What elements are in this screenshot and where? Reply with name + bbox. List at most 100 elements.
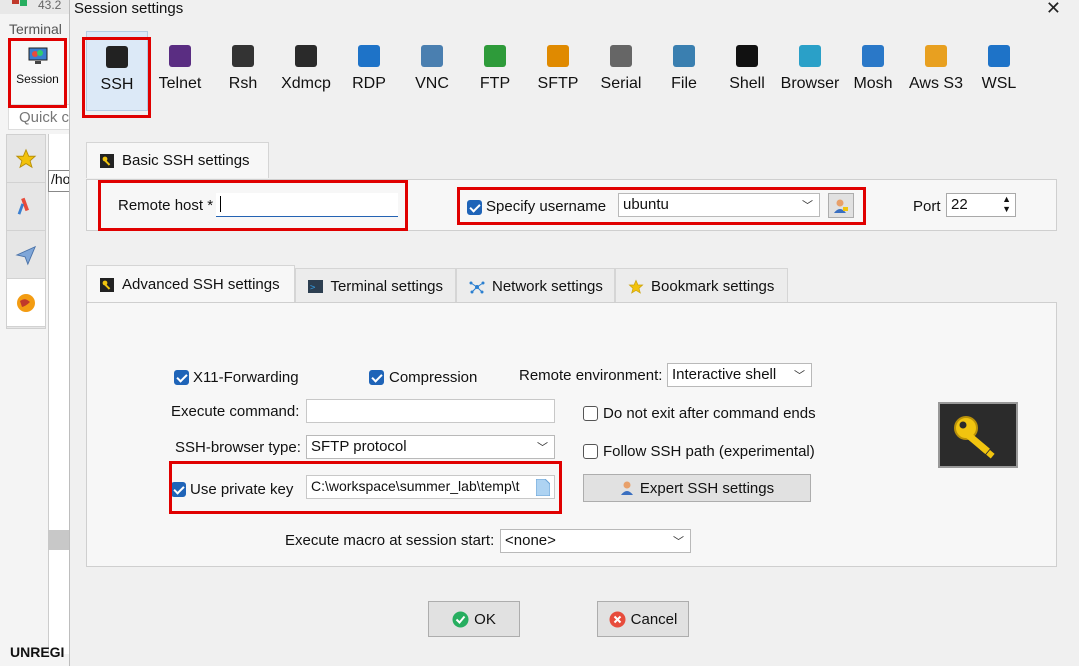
protocol-telnet[interactable]: Telnet <box>149 31 211 111</box>
star-icon <box>628 278 644 295</box>
dialog-title: Session settings <box>74 0 184 17</box>
protocol-shell[interactable]: Shell <box>716 31 778 111</box>
cancel-x-circle-icon <box>609 611 626 627</box>
x11-forwarding-checkbox[interactable] <box>174 370 189 385</box>
protocol-vnc[interactable]: VNC <box>401 31 463 111</box>
key-icon <box>99 153 115 169</box>
expert-ssh-settings-button[interactable]: Expert SSH settings <box>583 474 811 502</box>
xdmcp-icon <box>295 45 317 67</box>
user-icon <box>834 199 848 213</box>
protocol-ssh[interactable]: SSH <box>86 31 148 111</box>
username-combo[interactable]: ubuntu ﹀ <box>618 193 820 217</box>
use-private-key-checkbox[interactable] <box>171 482 186 497</box>
x11-forwarding-label: X11-Forwarding <box>193 369 299 386</box>
protocol-label: Shell <box>729 75 765 92</box>
aws-s3-cubes-icon <box>925 45 947 67</box>
mosh-satellite-icon <box>862 45 884 67</box>
bg-sidebar <box>6 134 46 329</box>
unregistered-label: UNREGI <box>10 644 65 660</box>
cancel-button[interactable]: Cancel <box>597 601 689 637</box>
spin-arrows-icon[interactable]: ▲ ▼ <box>1002 194 1011 214</box>
close-icon[interactable]: ✕ <box>1046 0 1061 19</box>
execute-macro-label: Execute macro at session start: <box>285 532 495 549</box>
ssh-key-icon <box>106 46 128 68</box>
rdp-windows-icon <box>358 45 380 67</box>
protocol-label: RDP <box>352 75 386 92</box>
protocol-rdp[interactable]: RDP <box>338 31 400 111</box>
send-arrow-icon[interactable] <box>7 231 45 279</box>
protocol-xdmcp[interactable]: Xdmcp <box>275 31 337 111</box>
execute-macro-select[interactable]: <none> ﹀ <box>500 529 691 553</box>
ftp-globe-icon <box>484 45 506 67</box>
chevron-down-icon: ﹀ <box>794 370 805 382</box>
network-icon <box>469 279 485 295</box>
protocol-label: Telnet <box>158 75 202 92</box>
ssh-browser-type-label: SSH-browser type: <box>175 439 301 456</box>
protocol-label: VNC <box>415 75 449 92</box>
protocol-sftp[interactable]: SFTP <box>527 31 589 111</box>
chevron-down-icon: ﹀ <box>673 536 684 548</box>
port-input[interactable]: 22 ▲ ▼ <box>946 193 1016 217</box>
protocol-ftp[interactable]: FTP <box>464 31 526 111</box>
tools-icon[interactable] <box>7 183 45 231</box>
text-caret <box>220 196 221 213</box>
remote-host-label: Remote host * <box>118 197 214 214</box>
compression-label: Compression <box>389 369 478 386</box>
advanced-settings-panel <box>86 302 1057 567</box>
protocol-label: Serial <box>600 75 642 92</box>
bg-panel-footer <box>48 530 70 550</box>
tab-terminal-settings[interactable]: > Terminal settings <box>295 268 456 304</box>
protocol-mosh[interactable]: Mosh <box>842 31 904 111</box>
compression-checkbox[interactable] <box>369 370 384 385</box>
tab-network-label: Network settings <box>492 278 603 295</box>
private-key-path-input[interactable]: C:\workspace\summer_lab\temp\t <box>306 475 555 499</box>
follow-ssh-path-checkbox[interactable] <box>583 444 598 459</box>
chevron-down-icon: ﹀ <box>537 442 548 454</box>
serial-plug-icon <box>610 45 632 67</box>
execute-command-input[interactable] <box>306 399 555 423</box>
key-icon <box>99 277 115 293</box>
session-button[interactable]: Session <box>10 40 65 106</box>
protocol-browser[interactable]: Browser <box>779 31 841 111</box>
do-not-exit-checkbox[interactable] <box>583 406 598 421</box>
protocol-label: Rsh <box>228 75 258 92</box>
tab-bookmark-settings[interactable]: Bookmark settings <box>615 268 788 304</box>
svg-text:>: > <box>310 283 316 293</box>
protocol-label: SFTP <box>537 75 579 92</box>
user-manager-button[interactable] <box>828 193 854 218</box>
tab-network-settings[interactable]: Network settings <box>456 268 615 304</box>
ssh-key-image <box>938 402 1018 468</box>
bookmarks-star-icon[interactable] <box>7 135 45 183</box>
bg-path-input[interactable]: /ho <box>48 170 70 192</box>
ok-button[interactable]: OK <box>428 601 520 637</box>
bg-title-text: 43.2 <box>38 0 62 12</box>
protocol-file[interactable]: File <box>653 31 715 111</box>
protocol-serial[interactable]: Serial <box>590 31 652 111</box>
tab-basic-ssh-settings[interactable]: Basic SSH settings <box>86 142 269 178</box>
specify-username-checkbox[interactable] <box>467 200 482 215</box>
quick-connect-input[interactable]: Quick c <box>8 104 70 130</box>
protocol-wsl[interactable]: WSL <box>968 31 1030 111</box>
protocol-label: Aws S3 <box>909 75 963 92</box>
protocol-label: File <box>671 75 697 92</box>
tab-advanced-ssh-settings[interactable]: Advanced SSH settings <box>86 265 295 303</box>
check-circle-icon <box>452 611 469 627</box>
browser-globe-icon <box>799 45 821 67</box>
file-browse-icon[interactable] <box>535 478 551 498</box>
port-label: Port <box>913 198 941 215</box>
terminal-menu[interactable]: Terminal <box>9 21 62 37</box>
tab-basic-label: Basic SSH settings <box>122 152 250 169</box>
protocol-rsh[interactable]: Rsh <box>212 31 274 111</box>
execute-command-label: Execute command: <box>171 403 300 420</box>
protocol-label: WSL <box>981 75 1017 92</box>
tab-bookmark-label: Bookmark settings <box>651 278 775 295</box>
protocol-aws-s3[interactable]: Aws S3 <box>905 31 967 111</box>
remote-host-input[interactable] <box>216 193 398 217</box>
terminal-icon: > <box>308 279 324 295</box>
telnet-icon <box>169 45 191 67</box>
protocol-label: Browser <box>780 75 840 92</box>
remote-environment-select[interactable]: Interactive shell ﹀ <box>667 363 812 387</box>
sftp-globe-bg-icon[interactable] <box>7 279 45 327</box>
session-button-label: Session <box>16 72 59 86</box>
ssh-browser-type-select[interactable]: SFTP protocol ﹀ <box>306 435 555 459</box>
